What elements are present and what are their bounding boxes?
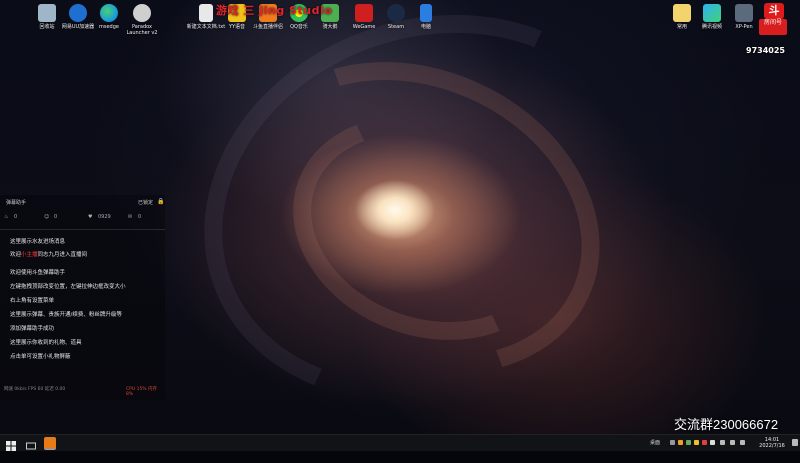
edge-icon [100,4,118,22]
volume-icon[interactable] [730,440,735,445]
panel-footer-stats: 网速 0kb/s FPS 60 延迟 0.00 [4,387,66,392]
tray-arrow-icon[interactable] [670,440,675,445]
desktop-icon-paradox[interactable]: Paradox Launcher v2 [122,4,162,36]
stat-gifts: 0 [138,214,142,220]
panel-footer-cpu: CPU 15% 内存 8% [126,387,158,397]
tray-app-icon[interactable] [694,440,699,445]
user-icon: ☺ [44,214,50,220]
panel-message: 添加弹幕助手成功 [10,326,55,332]
panel-message: 这里展示水友进场消息 [10,239,66,245]
stat-follows: 0929 [98,214,111,220]
tray-desktop-label: 桌面 [650,440,661,446]
panel-message: 这里展示你收到的礼物、道具 [10,340,82,346]
notification-icon[interactable] [792,439,798,446]
panel-message: 欢迎使用斗鱼弹幕助手 [10,270,66,276]
desktop-icon-xppen[interactable]: XP-Pen [724,4,764,30]
douyu-taskbar-icon[interactable] [44,437,56,450]
stat-users: 0 [54,214,58,220]
panel-lock-status: 已锁定 [138,200,154,206]
panel-message: 欢迎小主播同志九月进入直播间 [10,252,88,258]
recycle-bin-icon [38,4,56,22]
panel-message: 左键拖拽顶部改变位置，左键拉伸边框改变大小 [10,284,126,290]
stat-heat: 0 [14,214,18,220]
danmaku-assistant-panel[interactable]: 弹幕助手 已锁定 🔒 ♨ 0 ☺ 0 ♥ 0929 ✉ 0 这里展示水友进场消息… [0,195,165,400]
panel-stats: ♨ 0 ☺ 0 ♥ 0929 ✉ 0 [4,214,164,224]
computer-icon [420,4,432,22]
tray-app-icon[interactable] [710,440,715,445]
panel-message: 点击单可设置小礼物屏蔽 [10,354,71,360]
group-number-overlay: 交流群230066672 [674,417,779,432]
folder-icon [673,4,691,22]
username-highlight: 小主播 [21,252,38,258]
lock-icon[interactable]: 🔒 [157,198,164,205]
stream-overlay-text: 游戏 三 Jing Studio [216,4,333,17]
room-number: 9734025 [746,46,785,55]
panel-message: 这里展示弹幕、贵族开通/续费、粉丝牌升级等 [10,312,122,318]
desktop-icon-computer[interactable]: 电脑 [406,4,446,30]
fire-icon: ♨ [4,214,9,220]
tray-app-icon[interactable] [702,440,707,445]
paradox-icon [133,4,151,22]
room-label: 房间号 [763,19,782,26]
tencent-video-icon [703,4,721,22]
uu-booster-icon [69,4,87,22]
text-file-icon [199,4,213,22]
network-icon[interactable] [720,440,725,445]
room-badge: 房间号 [759,19,787,35]
panel-title: 弹幕助手 [6,200,27,206]
wegame-icon [355,4,373,22]
tray-app-icon[interactable] [678,440,683,445]
xppen-icon [735,4,753,22]
panel-message: 右上角有设置菜单 [10,298,55,304]
gift-icon: ✉ [128,214,133,220]
windows-start-icon[interactable] [5,437,17,451]
clock-date[interactable]: 2022/7/16 [752,443,792,449]
ime-icon[interactable] [740,440,745,445]
heart-icon: ♥ [88,214,93,220]
tray-app-icon[interactable] [686,440,691,445]
task-view-icon[interactable] [25,437,37,450]
panel-divider [0,229,165,230]
steam-icon [387,4,405,22]
taskbar: 桌面 14:01 2022/7/16 [0,434,800,451]
douyu-logo: 斗 [764,3,784,19]
